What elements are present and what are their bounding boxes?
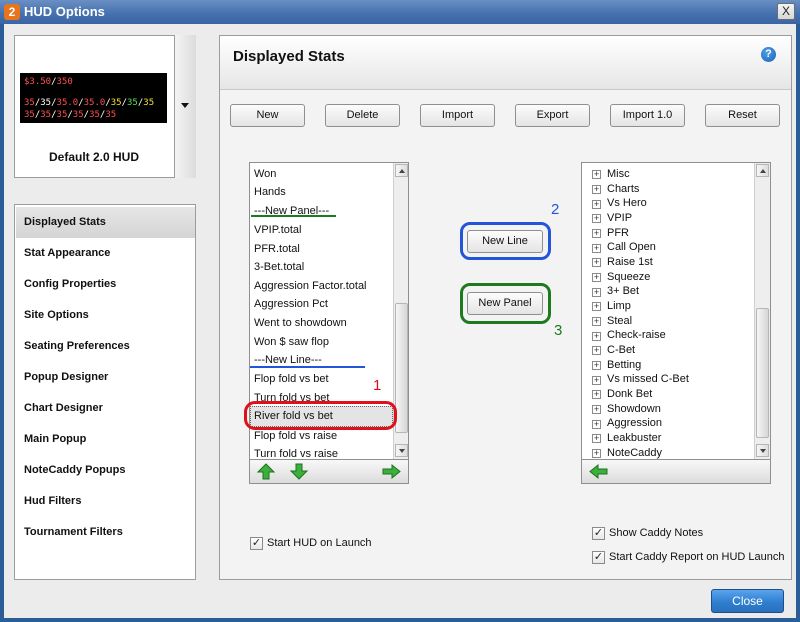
new-panel-button[interactable]: New Panel: [467, 292, 543, 315]
expand-icon[interactable]: +: [592, 229, 601, 238]
sidebar-item-site-options[interactable]: Site Options: [16, 300, 195, 331]
app-icon: 2: [4, 4, 20, 20]
stats-list-toolbar: [249, 460, 409, 484]
start-hud-checkbox[interactable]: ✓: [250, 537, 263, 550]
list-item[interactable]: Won $ saw flop: [254, 336, 329, 348]
categories-scrollbar[interactable]: [754, 163, 770, 459]
preview-stake: $3.50: [24, 77, 52, 87]
expand-icon[interactable]: +: [592, 214, 601, 223]
expand-icon[interactable]: +: [592, 405, 601, 414]
sidebar-item-popup-designer[interactable]: Popup Designer: [16, 362, 195, 393]
sidebar-item-chart-designer[interactable]: Chart Designer: [16, 393, 195, 424]
arrow-down-icon: [399, 449, 405, 453]
expand-icon[interactable]: +: [592, 346, 601, 355]
sidebar-item-stat-appearance[interactable]: Stat Appearance: [16, 238, 195, 269]
scroll-down-button[interactable]: [395, 444, 408, 457]
arrow-down-green-icon: [289, 463, 309, 480]
move-left-button[interactable]: [588, 462, 610, 481]
arrow-right-green-icon: [382, 463, 401, 480]
list-item-new-line[interactable]: ---New Line---: [254, 354, 322, 366]
list-item[interactable]: Went to showdown: [254, 317, 347, 329]
list-item[interactable]: PFR.total: [254, 243, 300, 255]
list-item[interactable]: Turn fold vs raise: [254, 448, 338, 459]
list-item[interactable]: Aggression Factor.total: [254, 280, 367, 292]
new-button[interactable]: New: [230, 104, 305, 127]
show-caddy-notes-checkbox[interactable]: ✓: [592, 527, 605, 540]
arrow-up-icon: [760, 169, 766, 173]
chevron-down-icon: [181, 103, 189, 108]
expand-icon[interactable]: +: [592, 449, 601, 458]
list-item[interactable]: Hands: [254, 186, 286, 198]
sidebar-item-notecaddy-popups[interactable]: NoteCaddy Popups: [16, 455, 195, 486]
expand-icon[interactable]: +: [592, 200, 601, 209]
expand-icon[interactable]: +: [592, 302, 601, 311]
export-button[interactable]: Export: [515, 104, 590, 127]
window-close-button[interactable]: X: [777, 3, 795, 20]
hud-dropdown-button[interactable]: [174, 35, 196, 178]
stat-categories-tree[interactable]: + Misc + Charts + Vs Hero + VPIP + PFR + Call …: [581, 162, 771, 460]
list-item[interactable]: Aggression Pct: [254, 298, 328, 310]
hud-name: Default 2.0 HUD: [48, 150, 140, 164]
sidebar: Displayed Stats Stat Appearance Config P…: [14, 204, 196, 580]
sidebar-item-seating-preferences[interactable]: Seating Preferences: [16, 331, 195, 362]
import-1-button[interactable]: Import 1.0: [610, 104, 685, 127]
expand-icon[interactable]: +: [592, 258, 601, 267]
title-bar: [0, 0, 800, 24]
help-icon[interactable]: ?: [761, 47, 776, 62]
hud-preview-image: $3.50/350 35/35/35.0/35.0/35/35/35 35/35…: [20, 73, 167, 123]
close-button[interactable]: Close: [711, 589, 784, 613]
start-caddy-report-checkbox[interactable]: ✓: [592, 551, 605, 564]
import-button[interactable]: Import: [420, 104, 495, 127]
delete-button[interactable]: Delete: [325, 104, 400, 127]
move-right-button[interactable]: [380, 462, 402, 481]
page-title: Displayed Stats: [233, 48, 345, 65]
reset-button[interactable]: Reset: [705, 104, 780, 127]
scroll-up-button[interactable]: [756, 164, 769, 177]
annotation-number-3: 3: [554, 322, 563, 339]
expand-icon[interactable]: +: [592, 185, 601, 194]
list-item[interactable]: 3-Bet.total: [254, 261, 304, 273]
arrow-down-icon: [760, 449, 766, 453]
expand-icon[interactable]: +: [592, 244, 601, 253]
expand-icon[interactable]: +: [592, 332, 601, 341]
expand-icon[interactable]: +: [592, 361, 601, 370]
expand-icon[interactable]: +: [592, 317, 601, 326]
arrow-left-green-icon: [589, 463, 608, 480]
new-line-button[interactable]: New Line: [467, 230, 543, 253]
scroll-down-button[interactable]: [756, 444, 769, 457]
arrow-up-icon: [399, 169, 405, 173]
categories-toolbar: [581, 460, 771, 484]
move-up-button[interactable]: [255, 462, 277, 481]
expand-icon[interactable]: +: [592, 273, 601, 282]
expand-icon[interactable]: +: [592, 390, 601, 399]
arrow-up-green-icon: [256, 463, 276, 480]
expand-icon[interactable]: +: [592, 376, 601, 385]
list-item[interactable]: VPIP.total: [254, 224, 302, 236]
move-down-button[interactable]: [288, 462, 310, 481]
show-caddy-notes-label: Show Caddy Notes: [609, 527, 704, 539]
list-item[interactable]: Flop fold vs bet: [254, 373, 329, 385]
expand-icon[interactable]: +: [592, 170, 601, 179]
start-caddy-report-label: Start Caddy Report on HUD Launch: [609, 551, 785, 563]
annotation-number-2: 2: [551, 201, 560, 218]
sidebar-item-main-popup[interactable]: Main Popup: [16, 424, 195, 455]
scroll-thumb[interactable]: [756, 308, 769, 438]
window-title: HUD Options: [24, 4, 105, 19]
new-panel-underline: [251, 215, 336, 217]
expand-icon[interactable]: +: [592, 288, 601, 297]
new-line-underline: [250, 366, 365, 368]
sidebar-item-displayed-stats[interactable]: Displayed Stats: [16, 207, 195, 238]
sidebar-item-config-properties[interactable]: Config Properties: [16, 269, 195, 300]
sidebar-item-hud-filters[interactable]: Hud Filters: [16, 486, 195, 517]
sidebar-item-tournament-filters[interactable]: Tournament Filters: [16, 517, 195, 548]
selection-highlight-circle: [244, 401, 397, 430]
list-item[interactable]: Won: [254, 168, 276, 180]
scroll-up-button[interactable]: [395, 164, 408, 177]
start-hud-label: Start HUD on Launch: [267, 537, 372, 549]
annotation-number-1: 1: [373, 377, 382, 394]
expand-icon[interactable]: +: [592, 420, 601, 429]
expand-icon[interactable]: +: [592, 434, 601, 443]
list-item[interactable]: Flop fold vs raise: [254, 430, 337, 442]
